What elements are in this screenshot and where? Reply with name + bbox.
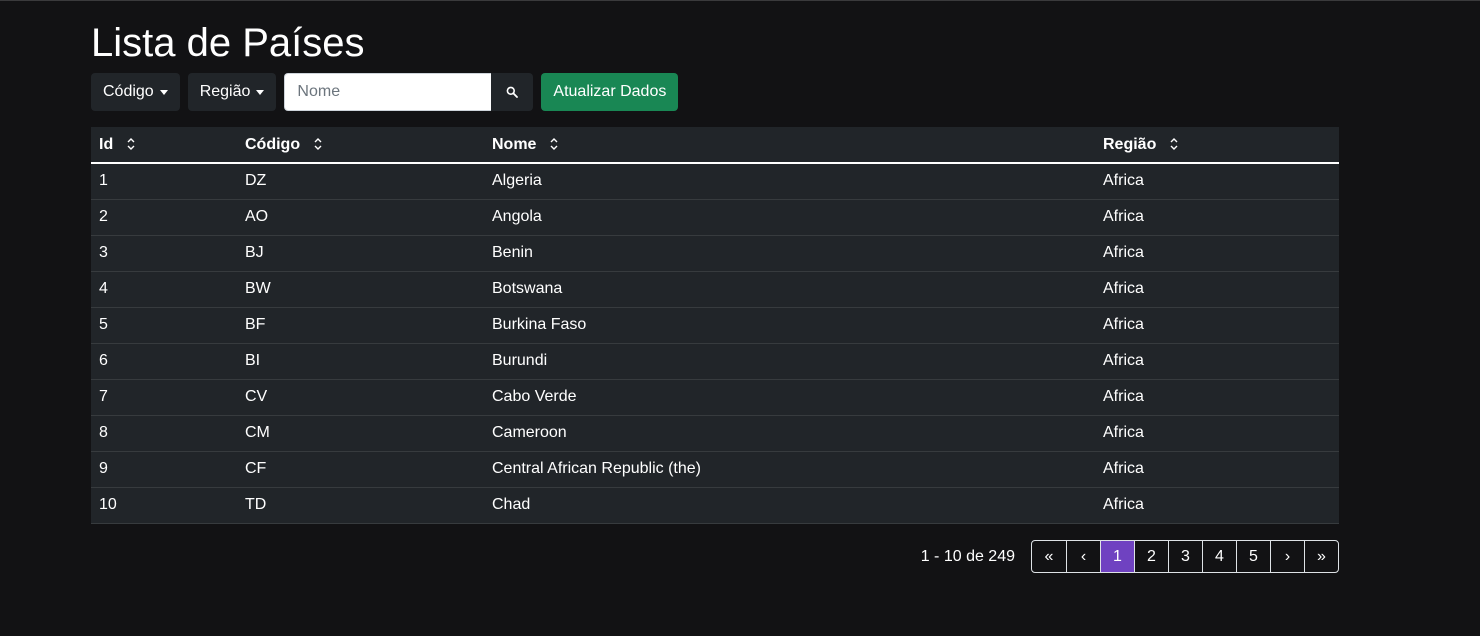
sort-icon <box>1170 138 1178 151</box>
page-button-2[interactable]: 2 <box>1134 541 1168 572</box>
sort-icon <box>550 138 558 151</box>
cell-name: Burkina Faso <box>484 307 1095 344</box>
results-count: 1 - 10 de 249 <box>920 547 1015 565</box>
column-header-name[interactable]: Nome <box>484 127 1095 164</box>
cell-code: DZ <box>237 163 484 200</box>
cell-name: Botswana <box>484 271 1095 308</box>
last-page-button[interactable]: » <box>1304 541 1338 572</box>
pagination: « ‹ 1 2 3 4 5 › » <box>1031 540 1339 573</box>
table-row: 1 DZ Algeria Africa <box>91 163 1339 200</box>
search-button[interactable] <box>491 73 534 111</box>
code-dropdown-label: Código <box>103 83 154 100</box>
page-title: Lista de Países <box>91 21 365 65</box>
region-dropdown-button[interactable]: Região <box>187 73 277 111</box>
countries-table: Id Código Nome Região 1 DZ Algeria Afric… <box>91 127 1339 524</box>
page-button-5[interactable]: 5 <box>1236 541 1270 572</box>
table-row: 7 CV Cabo Verde Africa <box>91 379 1339 416</box>
cell-id: 6 <box>91 343 237 380</box>
cell-name: Benin <box>484 235 1095 272</box>
caret-down-icon <box>256 90 265 95</box>
page-button-1[interactable]: 1 <box>1100 541 1134 572</box>
cell-name: Cabo Verde <box>484 379 1095 416</box>
cell-code: AO <box>237 199 484 236</box>
code-dropdown-button[interactable]: Código <box>91 73 180 111</box>
column-header-label: Região <box>1103 135 1157 153</box>
page-button-3[interactable]: 3 <box>1168 541 1202 572</box>
column-header-id[interactable]: Id <box>91 127 237 164</box>
cell-region: Africa <box>1095 379 1339 416</box>
column-header-label: Código <box>245 135 301 153</box>
cell-id: 2 <box>91 199 237 236</box>
cell-region: Africa <box>1095 451 1339 488</box>
prev-page-button[interactable]: ‹ <box>1066 541 1100 572</box>
cell-name: Algeria <box>484 163 1095 200</box>
column-header-label: Nome <box>492 135 537 153</box>
cell-code: CF <box>237 451 484 488</box>
cell-code: BJ <box>237 235 484 272</box>
next-page-button[interactable]: › <box>1270 541 1304 572</box>
cell-id: 8 <box>91 415 237 452</box>
page-button-4[interactable]: 4 <box>1202 541 1236 572</box>
cell-id: 9 <box>91 451 237 488</box>
cell-region: Africa <box>1095 199 1339 236</box>
cell-code: BW <box>237 271 484 308</box>
cell-name: Burundi <box>484 343 1095 380</box>
table-row: 6 BI Burundi Africa <box>91 343 1339 380</box>
cell-code: BF <box>237 307 484 344</box>
update-data-button[interactable]: Atualizar Dados <box>541 73 679 111</box>
sort-icon <box>314 138 322 151</box>
region-dropdown-label: Região <box>199 83 251 100</box>
cell-id: 3 <box>91 235 237 272</box>
sort-icon <box>127 138 135 151</box>
cell-id: 4 <box>91 271 237 308</box>
table-row: 8 CM Cameroon Africa <box>91 415 1339 452</box>
cell-region: Africa <box>1095 307 1339 344</box>
cell-region: Africa <box>1095 163 1339 200</box>
cell-code: CM <box>237 415 484 452</box>
cell-id: 7 <box>91 379 237 416</box>
cell-code: BI <box>237 343 484 380</box>
table-row: 5 BF Burkina Faso Africa <box>91 307 1339 344</box>
cell-code: TD <box>237 487 484 524</box>
cell-id: 5 <box>91 307 237 344</box>
cell-region: Africa <box>1095 343 1339 380</box>
cell-region: Africa <box>1095 235 1339 272</box>
cell-region: Africa <box>1095 415 1339 452</box>
table-row: 4 BW Botswana Africa <box>91 271 1339 308</box>
column-header-label: Id <box>99 135 114 153</box>
cell-name: Chad <box>484 487 1095 524</box>
toolbar: Código Região Atualizar Dados <box>91 73 679 111</box>
table-row: 2 AO Angola Africa <box>91 199 1339 236</box>
column-header-code[interactable]: Código <box>237 127 484 164</box>
cell-id: 1 <box>91 163 237 200</box>
column-header-region[interactable]: Região <box>1095 127 1339 164</box>
search-icon <box>507 86 519 98</box>
table-row: 3 BJ Benin Africa <box>91 235 1339 272</box>
table-row: 9 CF Central African Republic (the) Africa <box>91 451 1339 488</box>
cell-name: Central African Republic (the) <box>484 451 1095 488</box>
cell-id: 10 <box>91 487 237 524</box>
cell-region: Africa <box>1095 487 1339 524</box>
table-row: 10 TD Chad Africa <box>91 487 1339 524</box>
table-header-row: Id Código Nome Região <box>91 127 1339 164</box>
cell-code: CV <box>237 379 484 416</box>
search-input[interactable] <box>284 73 492 111</box>
pagination-area: 1 - 10 de 249 « ‹ 1 2 3 4 5 › » <box>921 540 1339 573</box>
first-page-button[interactable]: « <box>1032 541 1066 572</box>
search-group <box>284 73 534 111</box>
cell-region: Africa <box>1095 271 1339 308</box>
caret-down-icon <box>159 90 168 95</box>
cell-name: Cameroon <box>484 415 1095 452</box>
cell-name: Angola <box>484 199 1095 236</box>
